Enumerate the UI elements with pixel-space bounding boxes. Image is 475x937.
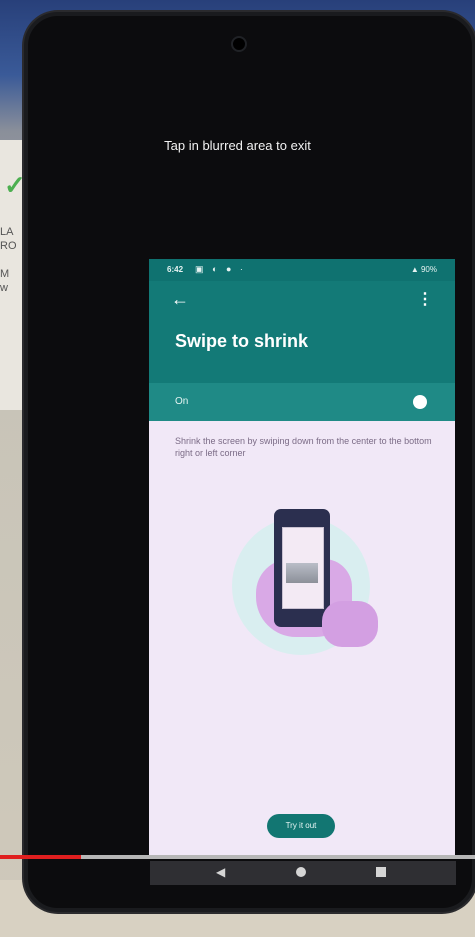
thumb-shape (322, 601, 378, 647)
battery-indicator: ▲ 90% (410, 265, 437, 274)
toggle-label: On (175, 396, 189, 407)
navigation-bar: ◀ (150, 861, 456, 885)
background-check-icon: ✓ (4, 170, 26, 200)
device-image-shape (286, 563, 318, 583)
feature-toggle-row[interactable]: On (149, 383, 455, 421)
more-options-icon[interactable]: ⋮ (417, 289, 433, 309)
back-arrow-icon[interactable]: ← (171, 289, 189, 310)
feature-description: Shrink the screen by swiping down from t… (175, 436, 432, 458)
toggle-switch[interactable] (413, 395, 427, 409)
nav-back-icon[interactable]: ◀ (216, 865, 225, 879)
nav-home-icon[interactable] (296, 867, 306, 877)
page-title: Swipe to shrink (175, 331, 309, 351)
shrunk-screen[interactable]: 6:42 ▣ ◐ ● · ▲ 90% ← ⋮ Swipe to shrink O… (149, 259, 455, 856)
status-bar: 6:42 ▣ ◐ ● · ▲ 90% (149, 259, 455, 281)
swipe-illustration (222, 497, 382, 657)
background-left-text: LA RO Mw (0, 226, 17, 294)
nav-recents-icon[interactable] (376, 867, 386, 877)
status-icons: ▣ ◐ ● · (195, 264, 246, 274)
exit-hint[interactable]: Tap in blurred area to exit (0, 138, 475, 153)
status-time: 6:42 (167, 265, 184, 274)
front-camera (231, 36, 247, 52)
try-it-out-button[interactable]: Try it out (267, 814, 335, 838)
app-bar: ← ⋮ Swipe to shrink (149, 281, 455, 383)
video-progress-fill (0, 855, 81, 859)
